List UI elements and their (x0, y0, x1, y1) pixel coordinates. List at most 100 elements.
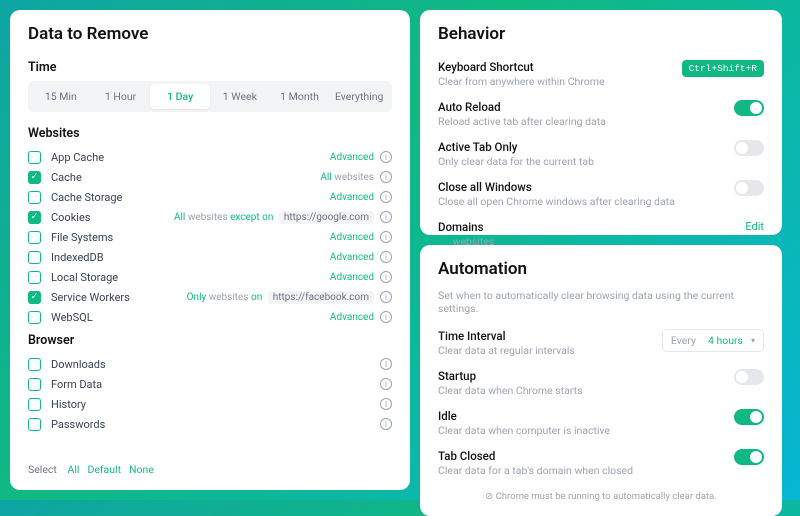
checkbox[interactable] (28, 398, 41, 411)
setting-subtitle: Clear data for a tab's domain when close… (438, 464, 734, 477)
behavior-panel: Behavior Keyboard ShortcutClear from any… (420, 10, 782, 235)
item-meta: Advanced (330, 272, 374, 283)
dropdown-prefix: Every (671, 334, 696, 347)
toggle[interactable] (734, 409, 764, 425)
select-link[interactable]: None (129, 463, 154, 476)
setting-row: Tab ClosedClear data for a tab's domain … (438, 443, 764, 483)
info-icon[interactable]: i (380, 191, 392, 203)
list-item: Service WorkersOnly websites on https://… (28, 287, 392, 307)
toggle[interactable] (734, 140, 764, 156)
time-option[interactable]: 1 Day (150, 84, 210, 109)
setting-row: StartupClear data when Chrome starts (438, 363, 764, 403)
item-label: History (51, 398, 86, 411)
list-item: Cache Storage Advanced i (28, 187, 392, 207)
automation-subtitle: Set when to automatically clear browsing… (438, 289, 764, 315)
time-option[interactable]: 1 Hour (91, 84, 151, 109)
checkbox[interactable] (28, 291, 41, 304)
setting-title: Time Interval (438, 329, 662, 343)
setting-title: Idle (438, 409, 734, 423)
select-bar: Select All Default None (28, 457, 392, 476)
checkbox[interactable] (28, 358, 41, 371)
setting-title: Domains (438, 220, 745, 234)
list-item: Local Storage Advanced i (28, 267, 392, 287)
edit-link[interactable]: Edit (745, 220, 764, 233)
list-item: Downloads i (28, 354, 392, 374)
toggle[interactable] (734, 180, 764, 196)
setting-subtitle: Clear from anywhere within Chrome (438, 75, 682, 88)
checkbox[interactable] (28, 271, 41, 284)
item-meta: Advanced (330, 312, 374, 323)
info-icon[interactable]: i (380, 271, 392, 283)
list-item: History i (28, 394, 392, 414)
info-icon[interactable]: i (380, 231, 392, 243)
checkbox[interactable] (28, 231, 41, 244)
browser-heading: Browser (28, 333, 392, 348)
checkbox[interactable] (28, 378, 41, 391)
automation-panel: Automation Set when to automatically cle… (420, 245, 782, 516)
item-label: Service Workers (51, 291, 130, 304)
time-option[interactable]: 15 Min (31, 84, 91, 109)
list-item: Passwordsi (28, 414, 392, 434)
info-icon[interactable]: i (380, 311, 392, 323)
setting-row: Auto ReloadReload active tab after clear… (438, 94, 764, 134)
select-link[interactable]: All (67, 463, 79, 476)
item-meta: All websites (320, 172, 374, 183)
time-option[interactable]: 1 Week (210, 84, 270, 109)
item-label: Cache Storage (51, 191, 122, 204)
list-item: WebSQL Advanced i (28, 307, 392, 327)
info-icon[interactable]: i (380, 378, 392, 390)
automation-footer: Chrome must be running to automatically … (438, 491, 764, 502)
time-option[interactable]: 1 Month (270, 84, 330, 109)
list-item: IndexedDBAdvancedi (28, 247, 392, 267)
checkbox[interactable] (28, 171, 41, 184)
item-label: Local Storage (51, 271, 118, 284)
item-label: Downloads (51, 358, 106, 371)
toggle[interactable] (734, 449, 764, 465)
info-icon[interactable]: i (380, 151, 392, 163)
select-link[interactable]: Default (87, 463, 121, 476)
item-label: Form Data (51, 378, 102, 391)
info-icon[interactable]: i (380, 398, 392, 410)
info-icon[interactable]: i (380, 251, 392, 263)
websites-heading: Websites (28, 126, 392, 141)
info-icon[interactable]: i (380, 418, 392, 430)
panel-title: Behavior (438, 24, 764, 44)
checkbox[interactable] (28, 311, 41, 324)
time-option[interactable]: Everything (329, 84, 389, 109)
setting-subtitle: Close all open Chrome windows after clea… (438, 195, 734, 208)
setting-title: Auto Reload (438, 100, 734, 114)
setting-title: Close all Windows (438, 180, 734, 194)
checkbox[interactable] (28, 211, 41, 224)
list-item: App CacheAdvancedi (28, 147, 392, 167)
setting-row: Close all WindowsClose all open Chrome w… (438, 174, 764, 214)
interval-dropdown[interactable]: Every 4 hours ▾ (662, 329, 764, 352)
panel-title: Automation (438, 259, 764, 279)
checkbox[interactable] (28, 251, 41, 264)
setting-row: IdleClear data when computer is inactive (438, 403, 764, 443)
select-label: Select (28, 463, 57, 476)
info-icon[interactable]: i (380, 291, 392, 303)
item-label: File Systems (51, 231, 113, 244)
checkbox[interactable] (28, 418, 41, 431)
item-label: WebSQL (51, 311, 93, 324)
item-meta: Advanced (330, 252, 374, 263)
list-item: Form Data i (28, 374, 392, 394)
toggle[interactable] (734, 369, 764, 385)
panel-title: Data to Remove (28, 24, 392, 44)
data-to-remove-panel: Data to Remove Time 15 Min1 Hour1 Day1 W… (10, 10, 410, 490)
item-meta: All websites except on https://google.co… (174, 212, 374, 223)
setting-title: Tab Closed (438, 449, 734, 463)
list-item: CookiesAll websites except on https://go… (28, 207, 392, 227)
setting-row: Active Tab OnlyOnly clear data for the c… (438, 134, 764, 174)
info-icon[interactable]: i (380, 171, 392, 183)
item-meta: Advanced (330, 192, 374, 203)
info-icon[interactable]: i (380, 358, 392, 370)
item-label: Cache (51, 171, 82, 184)
checkbox[interactable] (28, 151, 41, 164)
keyboard-shortcut-badge: Ctrl+Shift+R (682, 60, 764, 77)
dropdown-value: 4 hours (708, 334, 743, 347)
chevron-down-icon: ▾ (751, 336, 755, 345)
checkbox[interactable] (28, 191, 41, 204)
toggle[interactable] (734, 100, 764, 116)
info-icon[interactable]: i (380, 211, 392, 223)
